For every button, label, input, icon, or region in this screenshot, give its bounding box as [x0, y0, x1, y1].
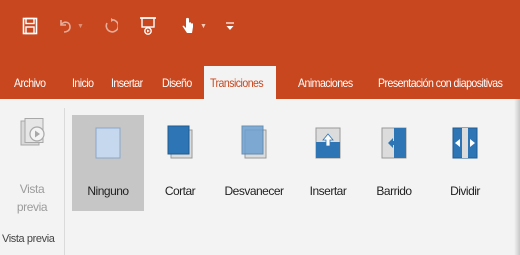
transition-barrido[interactable]: Barrido	[362, 115, 426, 211]
slide-split-icon	[451, 122, 479, 162]
group-label-vista-previa: Vista previa	[2, 233, 55, 245]
transition-desvanecer[interactable]: Desvanecer	[214, 115, 294, 211]
transition-label: Dividir	[450, 184, 480, 198]
customize-toolbar-icon[interactable]	[226, 14, 234, 38]
touch-mouse-mode-icon[interactable]: ▼	[181, 14, 207, 38]
tab-insertar[interactable]: Insertar	[111, 66, 143, 99]
slide-push-icon	[314, 122, 342, 162]
undo-icon[interactable]: ▼	[58, 14, 84, 38]
tab-archivo[interactable]: Archivo	[14, 66, 46, 99]
redo-icon[interactable]	[104, 14, 118, 38]
tab-presentacion[interactable]: Presentación con diapositivas	[378, 66, 503, 99]
preview-icon	[19, 118, 47, 163]
slide-blank-icon	[94, 122, 122, 162]
preview-label-line1: Vista	[19, 182, 45, 196]
transition-label: Insertar	[309, 184, 347, 198]
transition-insertar[interactable]: Insertar	[298, 115, 358, 211]
transition-label: Cortar	[164, 184, 196, 198]
tab-transiciones-label: Transiciones	[210, 76, 264, 90]
tab-diseno[interactable]: Diseño	[162, 66, 192, 99]
transition-cortar[interactable]: Cortar	[150, 115, 210, 211]
tab-transiciones[interactable]: Transiciones	[204, 66, 277, 100]
quick-access-toolbar: ▼ ▼	[0, 0, 520, 66]
tab-animaciones[interactable]: Animaciones	[298, 66, 353, 99]
gallery-edge-shadow	[514, 99, 520, 255]
slide-cut-icon	[166, 122, 194, 162]
save-icon[interactable]	[22, 14, 38, 38]
group-divider	[64, 108, 65, 255]
transition-label: Desvanecer	[224, 184, 284, 198]
slide-wipe-icon	[380, 122, 408, 162]
tab-inicio[interactable]: Inicio	[72, 66, 94, 99]
preview-label: Vista previa	[4, 180, 60, 216]
slide-fade-icon	[240, 122, 268, 162]
transition-ninguno[interactable]: Ninguno	[72, 115, 144, 211]
preview-label-line2: previa	[16, 200, 48, 214]
ribbon-tabs: Archivo Inicio Insertar Diseño Transicio…	[0, 66, 520, 100]
preview-button[interactable]: Vista previa	[4, 108, 60, 220]
transition-label: Ninguno	[87, 184, 129, 198]
transition-dividir[interactable]: Dividir	[432, 115, 498, 211]
transition-label: Barrido	[376, 184, 412, 198]
present-from-start-icon[interactable]	[139, 14, 157, 38]
